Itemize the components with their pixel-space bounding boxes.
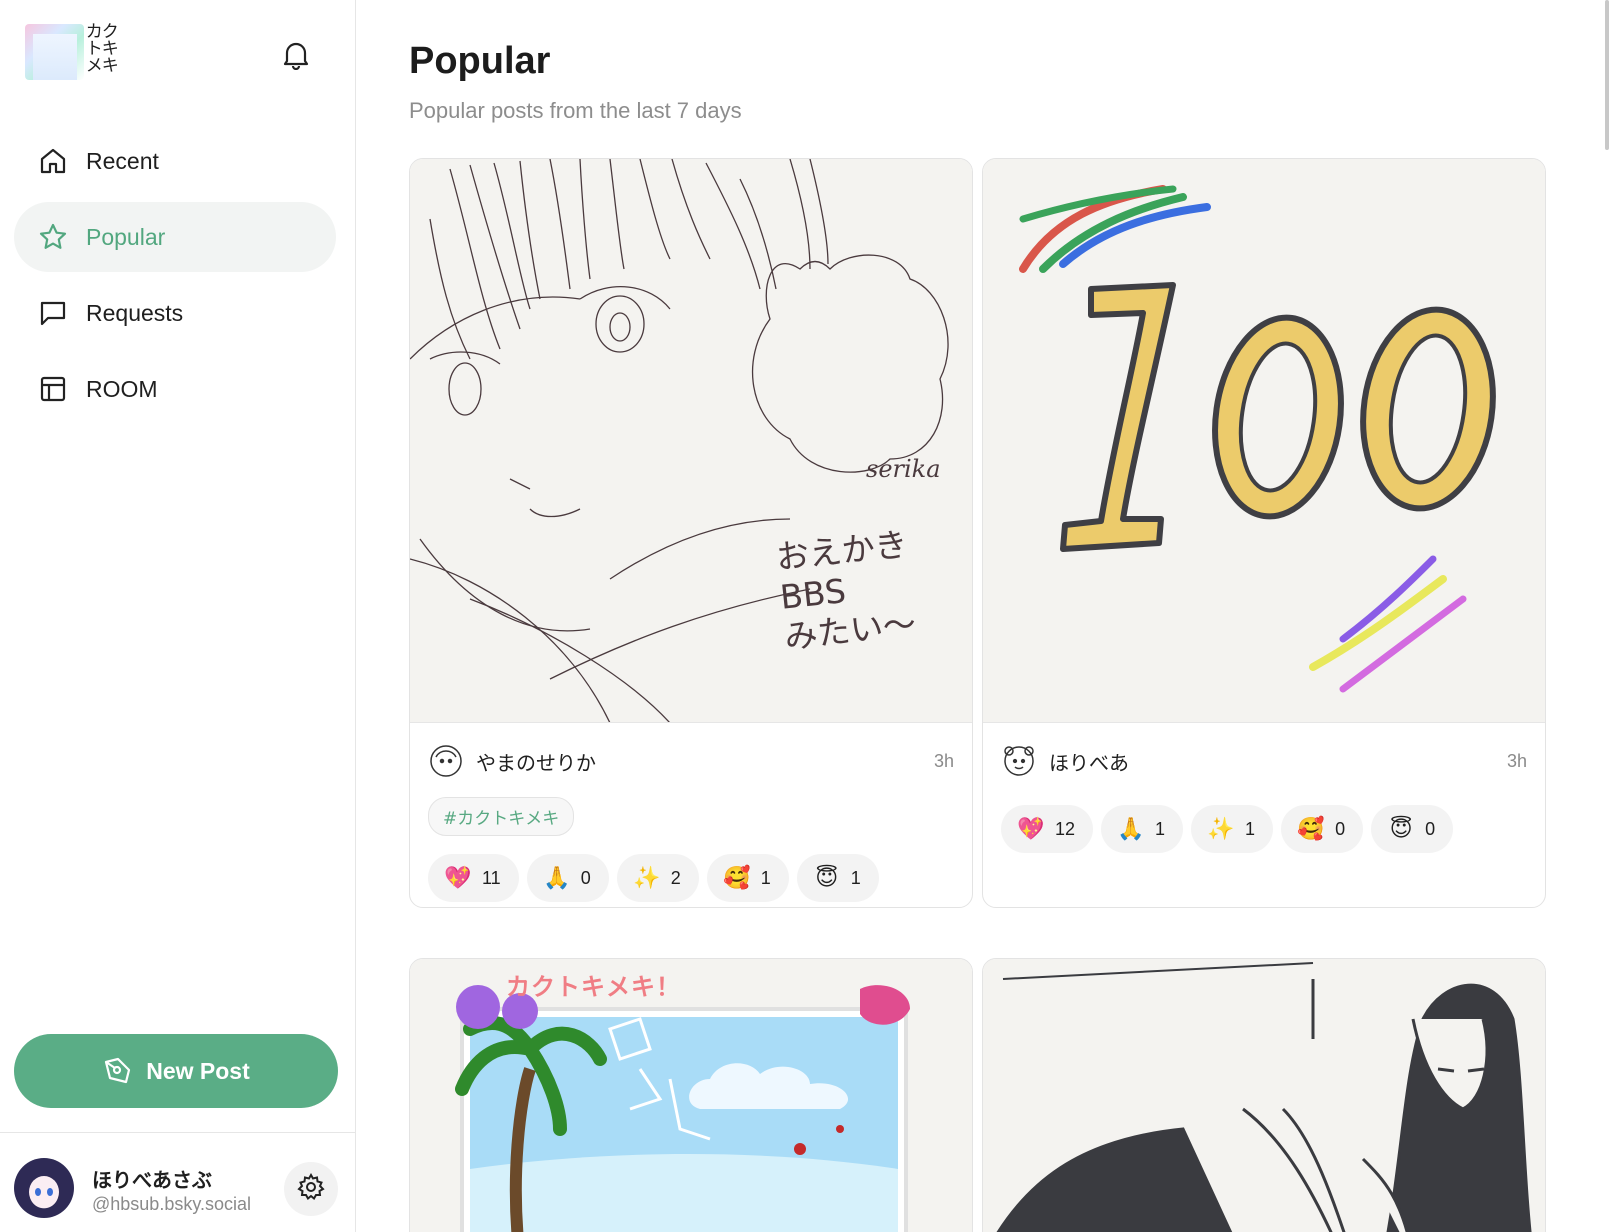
reaction-count: 11 xyxy=(482,867,501,888)
reaction-heart[interactable]: 💖 11 xyxy=(428,854,519,902)
reaction-count: 1 xyxy=(1155,818,1166,839)
reaction-heart[interactable]: 💖 12 xyxy=(1001,805,1094,853)
reaction-count: 1 xyxy=(760,867,771,888)
layout-icon xyxy=(38,374,68,404)
page-title: Popular xyxy=(409,40,551,82)
post-image[interactable]: カクトキメキ！ xyxy=(410,959,972,1232)
reaction-halo[interactable]: 😇 0 xyxy=(1371,805,1454,853)
post-image[interactable] xyxy=(983,959,1545,1232)
star-icon xyxy=(38,222,68,252)
post-image[interactable] xyxy=(983,159,1545,723)
logo-text: カクトキメキ xyxy=(85,22,119,76)
reaction-count: 0 xyxy=(1425,818,1436,839)
reaction-pray[interactable]: 🙏 1 xyxy=(1101,805,1184,853)
heart-icon: 💖 xyxy=(1017,816,1045,842)
pen-icon xyxy=(102,1056,132,1086)
sparkles-icon: ✨ xyxy=(1207,816,1235,842)
smiling-hearts-icon: 🥰 xyxy=(1297,816,1325,842)
scrollbar[interactable] xyxy=(1602,0,1610,160)
image-signature: serika xyxy=(866,455,941,483)
reaction-count: 12 xyxy=(1055,818,1076,839)
avatar-face xyxy=(29,1176,59,1208)
divider xyxy=(0,1132,356,1133)
main-content: Popular Popular posts from the last 7 da… xyxy=(356,0,1610,1232)
scrollbar-thumb[interactable] xyxy=(1605,0,1609,150)
post-image-caption: おえかき BBS みたい〜 xyxy=(774,524,918,657)
new-post-button[interactable]: New Post xyxy=(14,1034,338,1108)
post-card[interactable] xyxy=(982,958,1546,1232)
sidebar-item-room[interactable]: ROOM xyxy=(14,354,336,424)
reaction-count: 0 xyxy=(580,867,591,888)
sidebar-item-label: Popular xyxy=(86,223,166,250)
post-meta: ほりべあ 3h xyxy=(983,723,1545,797)
avatar-eye xyxy=(47,1188,53,1196)
post-card[interactable]: ほりべあ 3h 💖 12 🙏 1 ✨ 1 🥰 0 😇 0 xyxy=(982,158,1546,908)
halo-face-icon: 😇 xyxy=(815,865,839,891)
post-author[interactable]: やまのせりか xyxy=(476,747,596,776)
page-subtitle: Popular posts from the last 7 days xyxy=(409,98,742,123)
bell-icon[interactable] xyxy=(282,40,310,71)
sidebar-item-popular[interactable]: Popular xyxy=(14,202,336,272)
gear-icon xyxy=(297,1172,325,1206)
logo-mark xyxy=(25,24,84,80)
reaction-halo[interactable]: 😇 1 xyxy=(796,854,879,902)
home-icon xyxy=(38,146,68,176)
reaction-count: 1 xyxy=(850,867,861,888)
post-meta: やまのせりか 3h xyxy=(410,723,972,797)
reaction-sparkles[interactable]: ✨ 1 xyxy=(1191,805,1274,853)
reaction-bar: 💖 12 🙏 1 ✨ 1 🥰 0 😇 0 xyxy=(983,805,1545,853)
reaction-count: 2 xyxy=(670,867,681,888)
user-handle: @hbsub.bsky.social xyxy=(92,1194,252,1214)
sidebar: カクトキメキ Recent Popular Requests ROOM New … xyxy=(0,0,356,1232)
sidebar-item-label: Recent xyxy=(86,147,159,174)
user-profile: ほりべあさぶ @hbsub.bsky.social xyxy=(14,1158,344,1220)
chat-bubble-icon xyxy=(38,298,68,328)
sidebar-item-label: ROOM xyxy=(86,375,158,402)
user-display-name: ほりべあさぶ xyxy=(92,1168,212,1192)
reaction-hearts-face[interactable]: 🥰 0 xyxy=(1281,805,1364,853)
sidebar-item-requests[interactable]: Requests xyxy=(14,278,336,348)
reaction-count: 0 xyxy=(1335,818,1346,839)
post-author[interactable]: ほりべあ xyxy=(1049,747,1129,776)
post-image[interactable]: おえかき BBS みたい〜 serika xyxy=(410,159,972,723)
settings-button[interactable] xyxy=(284,1162,338,1216)
reaction-pray[interactable]: 🙏 0 xyxy=(526,854,609,902)
pray-icon: 🙏 xyxy=(542,865,571,891)
pray-icon: 🙏 xyxy=(1117,816,1145,842)
halo-face-icon: 😇 xyxy=(1389,816,1413,842)
reaction-bar: 💖 11 🙏 0 ✨ 2 🥰 1 😇 1 xyxy=(410,854,972,902)
reaction-count: 1 xyxy=(1245,818,1256,839)
post-time: 3h xyxy=(1506,751,1527,771)
sparkles-icon: ✨ xyxy=(633,865,661,891)
new-post-label: New Post xyxy=(146,1057,250,1084)
post-tag[interactable]: #カクトキメキ xyxy=(428,797,575,836)
author-avatar-icon[interactable] xyxy=(1001,743,1037,779)
app-logo[interactable]: カクトキメキ xyxy=(25,24,125,80)
avatar[interactable] xyxy=(14,1158,74,1218)
sidebar-item-label: Requests xyxy=(86,299,184,326)
post-time: 3h xyxy=(933,751,954,771)
reaction-hearts-face[interactable]: 🥰 1 xyxy=(706,854,789,902)
heart-icon: 💖 xyxy=(444,865,472,891)
post-card[interactable]: おえかき BBS みたい〜 serika やまのせりか 3h #カクトキメキ 💖… xyxy=(409,158,973,908)
avatar-eye xyxy=(35,1188,41,1196)
post-card[interactable]: カクトキメキ！ xyxy=(409,958,973,1232)
sidebar-item-recent[interactable]: Recent xyxy=(14,126,336,196)
sidebar-nav: Recent Popular Requests ROOM xyxy=(14,126,336,430)
post-image-caption: カクトキメキ！ xyxy=(506,973,681,1001)
author-avatar-icon[interactable] xyxy=(428,743,464,779)
reaction-sparkles[interactable]: ✨ 2 xyxy=(616,854,699,902)
smiling-hearts-icon: 🥰 xyxy=(723,865,751,891)
